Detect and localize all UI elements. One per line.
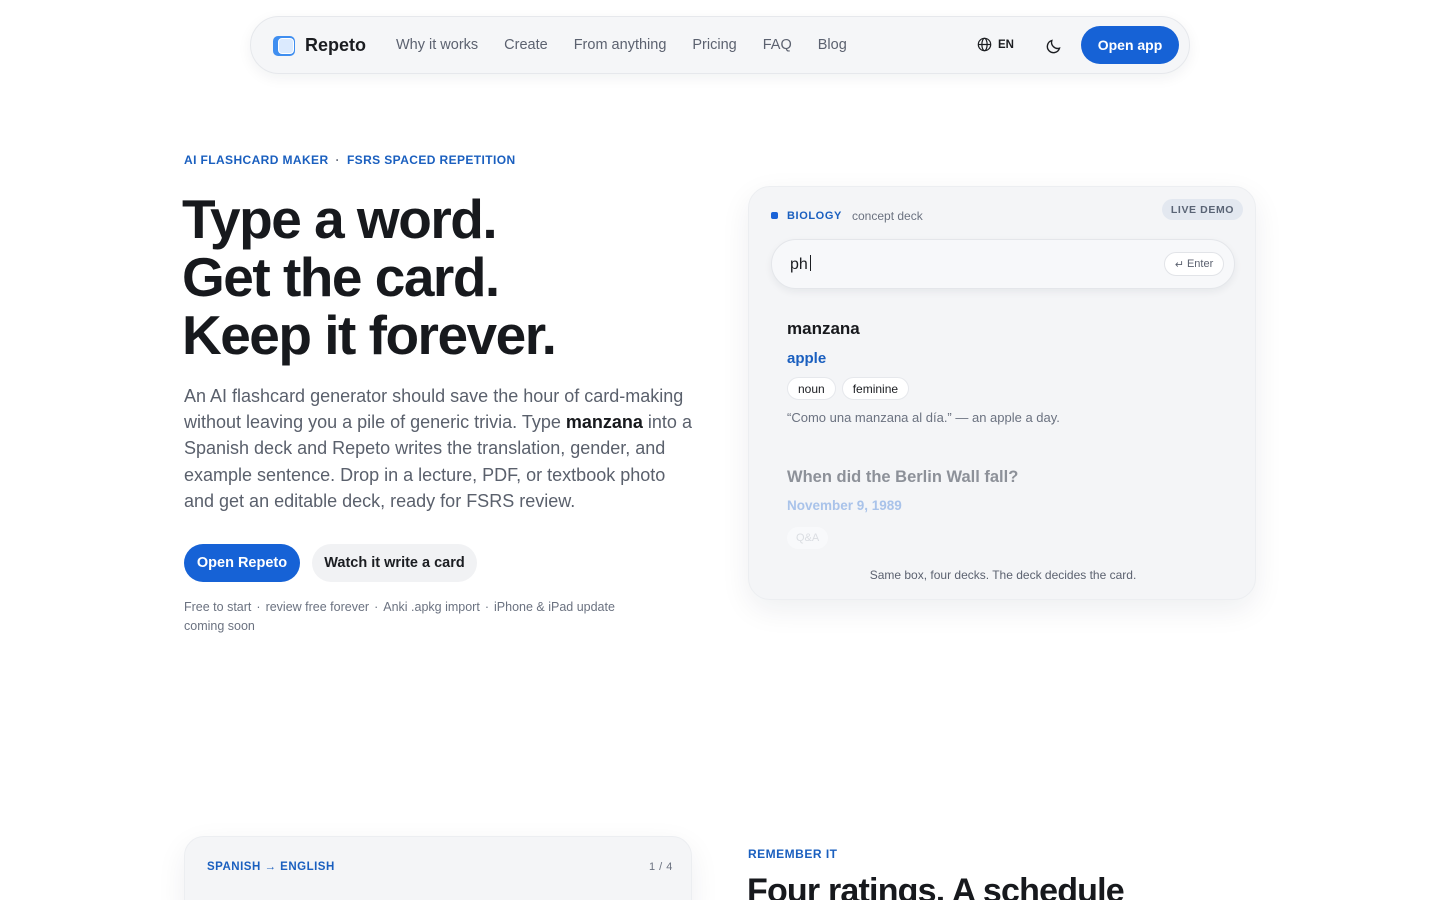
- demo-caption: Same box, four decks. The deck decides t…: [869, 568, 1137, 582]
- hero-eyebrow: AI FLASHCARD MAKER · FSRS SPACED REPETIT…: [184, 153, 516, 167]
- card-tags: noun feminine: [787, 377, 910, 400]
- tag-feminine: feminine: [841, 377, 910, 400]
- remember-eyebrow: REMEMBER IT: [748, 847, 838, 861]
- hero-perks: Free to start · review free forever · Anki .…: [184, 598, 654, 636]
- deck-type: concept deck: [852, 209, 923, 223]
- next-card-question: When did the Berlin Wall fall?: [787, 468, 1019, 486]
- perk-review-free: review free forever: [265, 600, 370, 614]
- language-switcher[interactable]: EN: [977, 37, 1014, 52]
- language-pair-label: SPANISH → ENGLISH: [207, 861, 335, 873]
- next-card-tag: Q&A: [787, 527, 829, 549]
- tag-noun: noun: [787, 377, 836, 400]
- cards-logo-icon[interactable]: [273, 34, 297, 58]
- headline-line-1: Type a word.: [182, 188, 498, 250]
- globe-icon: [977, 37, 992, 52]
- nav-link-pricing[interactable]: Pricing: [692, 37, 736, 53]
- eyebrow-ai-flashcard-maker: AI FLASHCARD MAKER: [184, 153, 329, 167]
- open-repeto-button[interactable]: Open Repeto: [184, 544, 300, 582]
- headline-line-3: Keep it forever.: [182, 304, 557, 366]
- review-card-preview: SPANISH → ENGLISH 1 / 4: [184, 836, 692, 900]
- watch-demo-button[interactable]: Watch it write a card: [312, 544, 477, 582]
- perk-anki-import: Anki .apkg import: [383, 600, 480, 614]
- live-demo-badge: LIVE DEMO: [1162, 199, 1243, 220]
- nav-link-from-anything[interactable]: From anything: [574, 37, 667, 53]
- card-translation: apple: [787, 350, 827, 367]
- eyebrow-fsrs: FSRS SPACED REPETITION: [346, 153, 516, 167]
- perk-separator: ·: [484, 600, 489, 614]
- nav-link-faq[interactable]: FAQ: [763, 37, 792, 53]
- brand-name[interactable]: Repeto: [305, 35, 366, 56]
- open-app-button[interactable]: Open app: [1081, 26, 1179, 64]
- hero-headline: Type a word. Get the card. Keep it forev…: [182, 188, 557, 366]
- hero-description: An AI flashcard generator should save th…: [184, 383, 700, 514]
- remember-heading: Four ratings. A schedule: [747, 872, 1125, 900]
- perk-separator: ·: [256, 600, 261, 614]
- nav-links: Why it works Create From anything Pricin…: [396, 37, 847, 53]
- top-navbar: Repeto Why it works Create From anything…: [250, 16, 1190, 74]
- enter-icon: ↵: [1174, 258, 1184, 271]
- nav-link-blog[interactable]: Blog: [818, 37, 847, 53]
- deck-subject: BIOLOGY: [787, 210, 842, 222]
- word-input[interactable]: ph ↵ Enter: [771, 239, 1235, 289]
- live-demo-card: BIOLOGY concept deck LIVE DEMO ph ↵ Ente…: [748, 186, 1256, 600]
- moon-icon[interactable]: [1045, 37, 1063, 55]
- eyebrow-separator: ·: [335, 153, 340, 167]
- enter-button[interactable]: ↵ Enter: [1164, 252, 1224, 276]
- headline-line-2: Get the card.: [182, 246, 500, 308]
- typed-text: ph: [790, 255, 811, 274]
- language-code: EN: [998, 38, 1014, 51]
- enter-label: Enter: [1186, 258, 1214, 270]
- card-example-sentence: “Como una manzana al día.” — an apple a …: [787, 410, 1060, 425]
- card-term: manzana: [787, 319, 860, 338]
- card-counter: 1 / 4: [649, 861, 673, 873]
- next-card-answer: November 9, 1989: [787, 498, 902, 513]
- nav-link-create[interactable]: Create: [504, 37, 548, 53]
- nav-link-why-it-works[interactable]: Why it works: [396, 37, 478, 53]
- perk-free: Free to start: [184, 600, 252, 614]
- perk-separator: ·: [374, 600, 379, 614]
- text-caret: [809, 255, 811, 271]
- subject-color-square: [771, 212, 778, 219]
- lead-keyword: manzana: [565, 412, 643, 433]
